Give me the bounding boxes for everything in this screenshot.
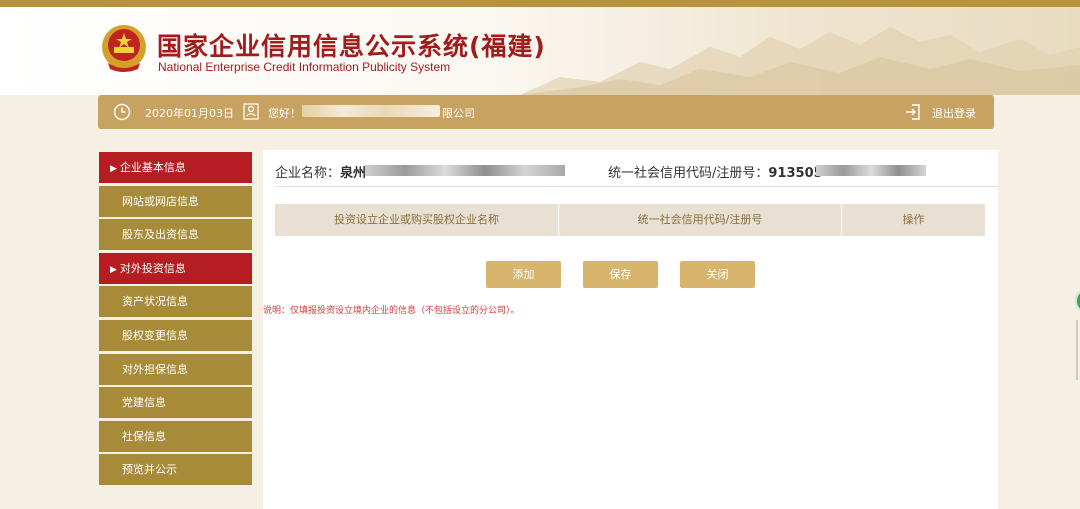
column-header-company: 投资设立企业或购买股权企业名称 (275, 204, 559, 236)
sidebar-item-preview-publish[interactable]: 预览并公示 (99, 454, 252, 486)
triangle-right-icon: ▶ (110, 164, 117, 174)
clock-icon (113, 103, 131, 121)
mountain-landscape-decoration (520, 27, 1080, 95)
sidebar-item-label: 企业基本信息 (119, 161, 186, 174)
company-name-label: 企业名称： (275, 166, 341, 181)
sidebar-item-party-building[interactable]: 党建信息 (99, 387, 252, 419)
save-button[interactable]: 保存 (583, 261, 658, 288)
sidebar-item-website-info[interactable]: 网站或网店信息 (99, 185, 252, 217)
company-name-row: 企业名称：泉州 (275, 162, 565, 181)
sidebar-item-label: 股权变更信息 (122, 328, 188, 342)
sidebar-item-label: 资产状况信息 (122, 295, 188, 309)
main-content: 企业名称：泉州 统一社会信用代码/注册号：913505 投资设立企业或购买股权企… (263, 150, 998, 509)
national-emblem-icon (102, 25, 146, 72)
sidebar-item-guarantee-info[interactable]: 对外担保信息 (99, 353, 252, 385)
note-text: 说明：仅填报投资设立境内企业的信息（不包括设立的分公司）。 (263, 306, 520, 316)
site-title-en: National Enterprise Credit Information P… (158, 60, 451, 74)
close-button[interactable]: 关闭 (680, 261, 755, 288)
current-date: 2020年01月03日 (145, 107, 234, 120)
credit-code-label: 统一社会信用代码/注册号： (608, 166, 769, 181)
sidebar-nav: ▶ 企业基本信息 网站或网店信息 股东及出资信息 ▶ 对外投资信息 资产状况信息 股… (99, 152, 252, 488)
add-button[interactable]: 添加 (486, 261, 561, 288)
sidebar-item-social-insurance[interactable]: 社保信息 (99, 420, 252, 452)
floating-edge-button[interactable] (1075, 288, 1080, 314)
top-accent-bar (0, 0, 1080, 7)
company-name-suffix: 限公司 (442, 107, 475, 120)
credit-code-value: 913505 (768, 166, 823, 181)
page-header: 国家企业信用信息公示系统(福建) National Enterprise Cre… (0, 7, 1080, 95)
redacted-company-name (302, 105, 440, 117)
sidebar-item-label: 社保信息 (122, 429, 166, 443)
sidebar-item-label: 股东及出资信息 (122, 228, 199, 242)
investment-table-header: 投资设立企业或购买股权企业名称 统一社会信用代码/注册号 操作 (275, 204, 985, 236)
company-name-value: 泉州 (340, 166, 367, 181)
divider (275, 186, 998, 187)
sidebar-item-shareholder-info[interactable]: 股东及出资信息 (99, 219, 252, 251)
redacted-company-name (365, 165, 565, 176)
logout-icon[interactable] (904, 102, 924, 122)
sidebar-item-basic-info[interactable]: ▶ 企业基本信息 (99, 152, 252, 183)
info-bar: 2020年01月03日 您好！ 限公司 退出登录 (98, 95, 994, 129)
sidebar-item-label: 网站或网店信息 (122, 194, 199, 208)
greeting-text: 您好！ (268, 107, 301, 120)
sidebar-item-investment-info[interactable]: ▶ 对外投资信息 (99, 252, 252, 284)
credit-code-row: 统一社会信用代码/注册号：913505 (608, 162, 926, 181)
sidebar-item-asset-info[interactable]: 资产状况信息 (99, 286, 252, 318)
sidebar-item-label: 对外担保信息 (122, 362, 188, 376)
sidebar-item-label: 预览并公示 (122, 463, 177, 477)
sidebar-item-label: 对外投资信息 (119, 261, 186, 275)
sidebar-item-label: 党建信息 (122, 396, 166, 410)
column-header-credit-code: 统一社会信用代码/注册号 (559, 204, 842, 236)
scrollbar[interactable] (1076, 320, 1078, 380)
logout-link[interactable]: 退出登录 (932, 105, 976, 121)
column-header-actions: 操作 (902, 213, 925, 226)
site-title-cn: 国家企业信用信息公示系统(福建) (157, 32, 546, 61)
sidebar-item-equity-change[interactable]: 股权变更信息 (99, 319, 252, 351)
redacted-credit-code (816, 165, 926, 176)
triangle-right-icon: ▶ (110, 264, 117, 275)
user-icon (243, 103, 259, 120)
